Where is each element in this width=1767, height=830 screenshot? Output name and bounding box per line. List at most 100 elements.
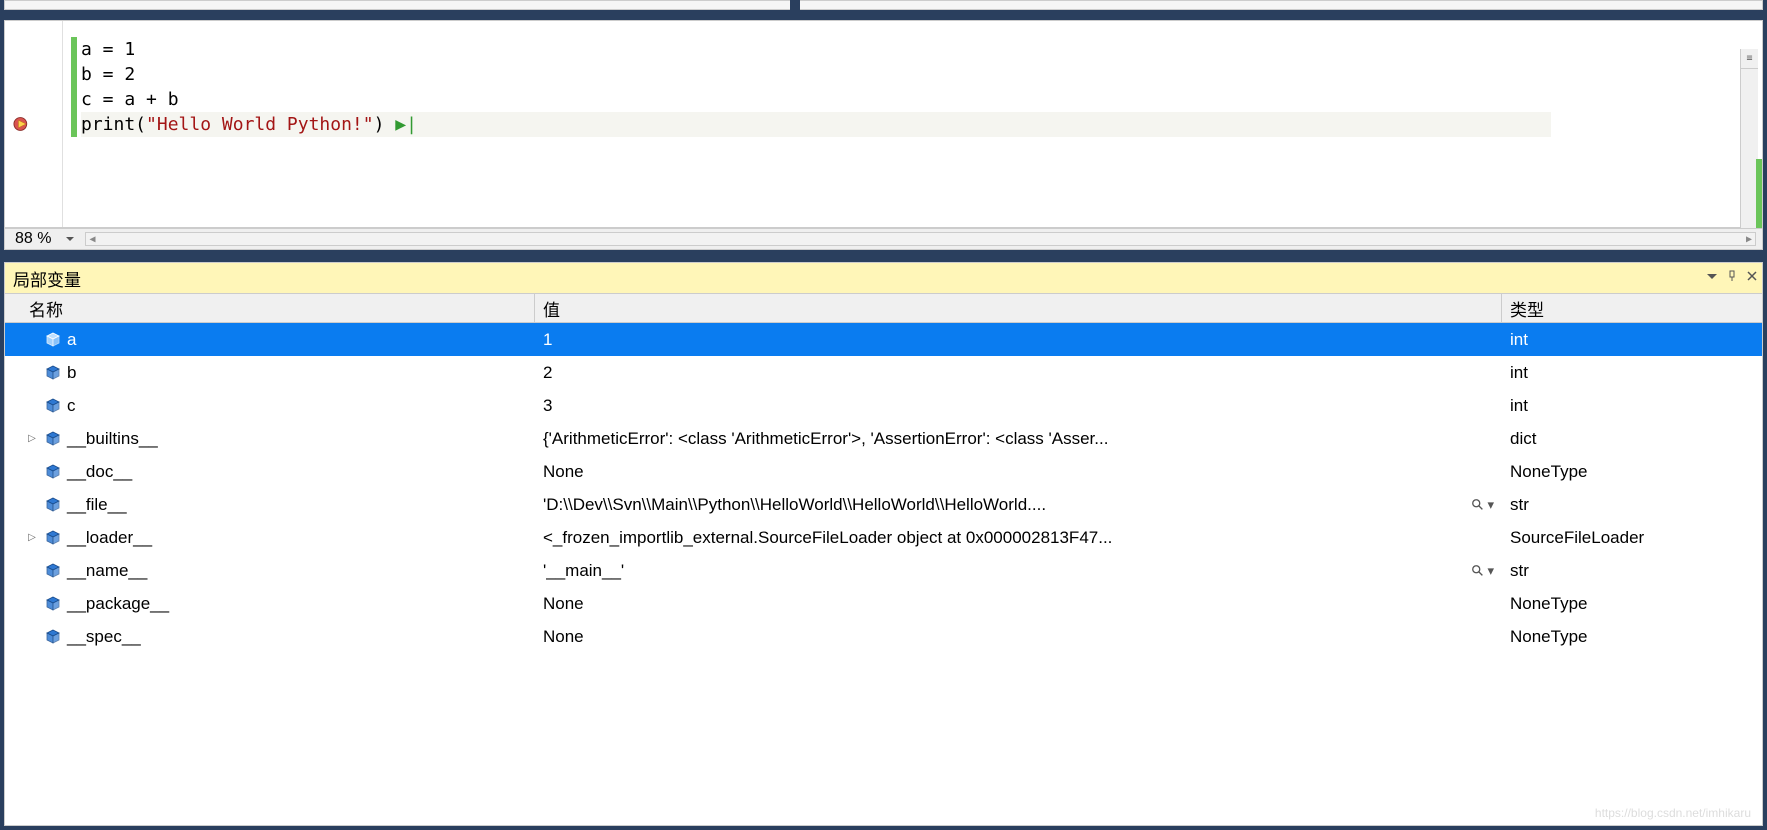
locals-row[interactable]: ▷a 1 int [5,323,1762,356]
editor-status-bar: 88 % ◀ ▶ [4,228,1763,250]
locals-cell-name[interactable]: ▷__package__ [5,594,535,614]
top-toolbar-strip [0,0,1767,20]
panel-position-dropdown-icon[interactable] [1706,267,1718,287]
locals-cell-value[interactable]: None [535,627,1502,647]
variable-icon [45,596,61,612]
locals-cell-name[interactable]: ▷__spec__ [5,627,535,647]
locals-cell-name[interactable]: ▷a [5,330,535,350]
locals-cell-name[interactable]: ▷ __builtins__ [5,429,535,449]
locals-row[interactable]: ▷ __builtins__ {'ArithmeticError': <class … [5,422,1762,455]
toolbar-bg [4,0,1763,10]
current-statement-arrow-icon [13,113,35,135]
variable-name-label: __package__ [67,594,169,614]
scroll-left-icon[interactable]: ◀ [86,234,98,245]
locals-cell-value[interactable]: 2 [535,363,1502,383]
code-line[interactable]: b = 2 [81,62,1551,87]
editor-horizontal-scrollbar[interactable]: ◀ ▶ [85,232,1756,246]
variable-icon [45,464,61,480]
locals-row[interactable]: ▷__file__ 'D:\\Dev\\Svn\\Main\\Python\\He… [5,488,1762,521]
variable-icon [45,497,61,513]
variable-icon [45,398,61,414]
variable-icon [45,530,61,546]
change-indicator [71,37,77,137]
locals-panel: 局部变量 名称 值 类型 ▷a1int▷b2int▷c3int▷__builti… [4,262,1763,826]
variable-icon [45,332,61,348]
locals-cell-type: dict [1502,429,1762,449]
locals-cell-value[interactable]: <_frozen_importlib_external.SourceFileLo… [535,528,1502,548]
header-type[interactable]: 类型 [1502,294,1762,322]
variable-icon [45,629,61,645]
scroll-right-icon[interactable]: ▶ [1743,234,1755,245]
variable-name-label: __loader__ [67,528,152,548]
variable-value-label: None [543,627,584,646]
variable-value-label: <_frozen_importlib_external.SourceFileLo… [543,528,1112,547]
locals-cell-type: NoneType [1502,594,1762,614]
locals-cell-type: int [1502,396,1762,416]
locals-row[interactable]: ▷__package__ None NoneType [5,587,1762,620]
locals-cell-name[interactable]: ▷b [5,363,535,383]
variable-name-label: __builtins__ [67,429,158,449]
locals-cell-type: NoneType [1502,627,1762,647]
locals-cell-type: int [1502,363,1762,383]
overview-change-marker [1756,159,1762,231]
toolbar-splitter[interactable] [790,0,800,20]
variable-value-label: 3 [543,396,552,415]
variable-name-label: c [67,396,76,416]
locals-cell-value[interactable]: 3 [535,396,1502,416]
visualizer-dropdown[interactable]: ▾ [1471,497,1494,513]
locals-cell-name[interactable]: ▷__doc__ [5,462,535,482]
code-content[interactable]: a = 1 b = 2 c = a + b print("Hello World… [81,37,1551,137]
locals-row[interactable]: ▷__spec__ None NoneType [5,620,1762,653]
locals-cell-name[interactable]: ▷__name__ [5,561,535,581]
close-icon[interactable] [1746,267,1758,287]
variable-value-label: {'ArithmeticError': <class 'ArithmeticEr… [543,429,1108,448]
panel-splitter[interactable] [0,250,1767,260]
locals-panel-title[interactable]: 局部变量 [5,263,1762,293]
header-name[interactable]: 名称 [5,294,535,322]
split-indicator-icon[interactable]: ≡ [1741,49,1758,69]
expander-icon[interactable]: ▷ [25,432,39,446]
code-line-current[interactable]: print("Hello World Python!") ▶| [81,112,1551,137]
locals-cell-value[interactable]: 'D:\\Dev\\Svn\\Main\\Python\\HelloWorld\… [535,495,1502,515]
locals-cell-value[interactable]: '__main__' ▾ [535,561,1502,581]
panel-title-label: 局部变量 [13,266,81,291]
locals-row[interactable]: ▷ __loader__ <_frozen_importlib_external.S… [5,521,1762,554]
variable-icon [45,365,61,381]
code-line[interactable]: a = 1 [81,37,1551,62]
code-editor[interactable]: a = 1 b = 2 c = a + b print("Hello World… [4,20,1763,228]
locals-cell-value[interactable]: 1 [535,330,1502,350]
header-value[interactable]: 值 [535,294,1502,322]
zoom-dropdown[interactable] [61,230,79,248]
locals-cell-name[interactable]: ▷c [5,396,535,416]
variable-value-label: None [543,594,584,613]
watermark: https://blog.csdn.net/imhikaru [1595,806,1751,820]
locals-cell-type: str [1502,495,1762,515]
visualizer-dropdown[interactable]: ▾ [1471,563,1494,579]
locals-row[interactable]: ▷__doc__NoneNoneType [5,455,1762,488]
variable-name-label: b [67,363,76,383]
locals-row[interactable]: ▷b2int [5,356,1762,389]
locals-body[interactable]: ▷a1int▷b2int▷c3int▷__builtins__{'Arithme… [5,323,1762,825]
locals-column-headers[interactable]: 名称 值 类型 [5,293,1762,323]
locals-cell-name[interactable]: ▷__file__ [5,495,535,515]
pin-icon[interactable] [1726,267,1738,287]
locals-cell-value[interactable]: None [535,462,1502,482]
locals-cell-name[interactable]: ▷ __loader__ [5,528,535,548]
locals-cell-value[interactable]: {'ArithmeticError': <class 'ArithmeticEr… [535,429,1502,449]
locals-cell-type: int [1502,330,1762,350]
variable-value-label: 1 [543,330,552,349]
expander-icon[interactable]: ▷ [25,531,39,545]
locals-cell-value[interactable]: None [535,594,1502,614]
variable-value-label: None [543,462,584,481]
variable-icon [45,563,61,579]
code-line[interactable]: c = a + b [81,87,1551,112]
editor-gutter[interactable] [5,21,63,227]
zoom-level-label: 88 % [5,230,61,248]
locals-row[interactable]: ▷__name__'__main__' ▾str [5,554,1762,587]
execution-marker-icon: ▶| [395,114,417,135]
locals-row[interactable]: ▷c 3 int [5,389,1762,422]
locals-cell-type: str [1502,561,1762,581]
variable-name-label: __name__ [67,561,147,581]
variable-name-label: a [67,330,76,350]
variable-value-label: 'D:\\Dev\\Svn\\Main\\Python\\HelloWorld\… [543,495,1046,514]
